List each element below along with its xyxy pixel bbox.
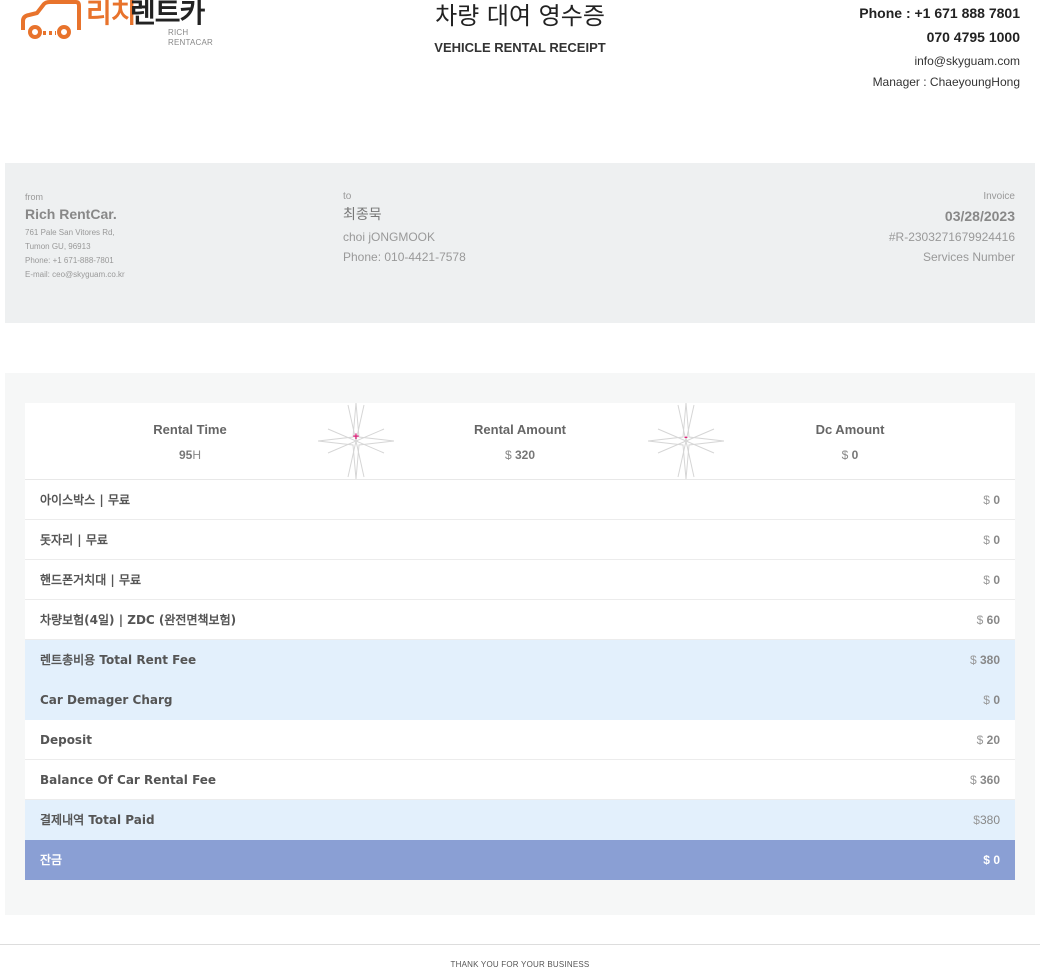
from-name: Rich RentCar. (25, 206, 117, 222)
stat-rental-amount-label: Rental Amount (474, 422, 566, 437)
line-item-amount: $ 0 (983, 532, 1000, 548)
contact-manager: Manager : ChaeyoungHong (872, 75, 1020, 89)
line-item-label: 결제내역 Total Paid (40, 813, 155, 827)
currency-symbol: $ (983, 853, 990, 867)
line-item-label: 핸드폰거치대 | 무료 (40, 573, 142, 587)
stat-rental-time-value: 95 (178, 448, 193, 462)
balance-row: Balance Of Car Rental Fee $ 360 (25, 760, 1015, 800)
from-block: from Rich RentCar. 761 Pale San Vitores … (25, 191, 125, 282)
from-email: E-mail: ceo@skyguam.co.kr (25, 270, 125, 279)
line-item-label: 잔금 (40, 853, 63, 867)
line-item-amount: $ 0 (983, 492, 1000, 508)
stat-dc-amount-currency: $ (841, 448, 849, 462)
line-item: 돗자리 | 무료 $ 0 (25, 520, 1015, 560)
stat-rental-amount: Rental Amount $ 320 (355, 403, 685, 479)
invoice-label: Invoice (983, 191, 1015, 202)
stat-dc-amount-label: Dc Amount (815, 422, 885, 437)
total-paid-row: 결제내역 Total Paid $380 (25, 800, 1015, 840)
line-item-amount: $ 20 (977, 732, 1000, 748)
line-item-amount: $ 0 (983, 572, 1000, 588)
amount-value: 380 (979, 813, 1000, 827)
amount-value: 360 (979, 773, 1000, 787)
billing-info: from Rich RentCar. 761 Pale San Vitores … (5, 163, 1035, 323)
stat-dc-amount: Dc Amount $ 0 (685, 403, 1015, 479)
remaining-balance-row: 잔금 $ 0 (25, 840, 1015, 880)
line-item-amount: $ 60 (977, 612, 1000, 628)
line-item-amount: $ 380 (970, 652, 1000, 668)
from-phone: Phone: +1 671-888-7801 (25, 256, 114, 265)
amount-value: 0 (993, 533, 1000, 547)
currency-symbol: $ (969, 773, 977, 787)
deposit-row: Deposit $ 20 (25, 720, 1015, 760)
line-item-label: Deposit (40, 733, 92, 747)
line-item-amount: $ 360 (970, 772, 1000, 788)
line-item: 아이스박스 | 무료 $ 0 (25, 480, 1015, 520)
amount-value: 0 (993, 493, 1000, 507)
company-contact: Phone : +1 671 888 7801 070 4795 1000 in… (859, 4, 1020, 90)
receipt-card: Rental Time 95H + Rental Amount $ 320 - … (25, 403, 1015, 880)
amount-value: 0 (993, 693, 1000, 707)
damage-charge-row: Car Demager Charg $ 0 (25, 680, 1015, 720)
from-address-1: 761 Pale San Vitores Rd, (25, 228, 115, 237)
currency-symbol: $ (983, 573, 990, 587)
currency-symbol: $ (983, 493, 990, 507)
contact-phone-2: 070 4795 1000 (926, 29, 1020, 45)
line-item-amount: $ 0 (983, 852, 1000, 868)
line-item-amount: $380 (973, 812, 1000, 828)
line-item: 핸드폰거치대 | 무료 $ 0 (25, 560, 1015, 600)
invoice-block: Invoice 03/28/2023 #R-2303271679924416 S… (889, 191, 1015, 265)
line-item-label: 아이스박스 | 무료 (40, 493, 131, 507)
summary-stats: Rental Time 95H + Rental Amount $ 320 - … (25, 403, 1015, 480)
currency-symbol: $ (976, 733, 984, 747)
stat-dc-amount-value-wrap: $ 0 (685, 447, 1015, 463)
stat-dc-amount-value: 0 (851, 448, 859, 462)
amount-value: 20 (986, 733, 1000, 747)
currency-symbol: $ (983, 533, 990, 547)
to-phone: Phone: 010-4421-7578 (343, 250, 466, 264)
line-item-label: 돗자리 | 무료 (40, 533, 108, 547)
stat-rental-amount-value: 320 (515, 448, 536, 462)
to-name-en: choi jONGMOOK (343, 230, 436, 244)
line-item-label: 렌트총비용 Total Rent Fee (40, 653, 197, 667)
invoice-number: #R-2303271679924416 (888, 230, 1015, 244)
receipt-panel: Rental Time 95H + Rental Amount $ 320 - … (5, 373, 1035, 915)
line-item-label: Balance Of Car Rental Fee (40, 773, 217, 787)
stat-rental-amount-value-wrap: $ 320 (355, 447, 685, 463)
line-item-amount: $ 0 (983, 692, 1000, 708)
stat-rental-amount-currency: $ (504, 448, 512, 462)
amount-value: 380 (979, 653, 1000, 667)
line-item-label: 차량보험(4일) | ZDC (완전면책보험) (40, 613, 237, 627)
line-item: 차량보험(4일) | ZDC (완전면책보험) $ 60 (25, 600, 1015, 640)
stat-rental-time-value-wrap: 95H (25, 447, 355, 463)
footer-divider (0, 944, 1040, 945)
stat-rental-time: Rental Time 95H (25, 403, 355, 479)
footer-thanks: THANK YOU FOR YOUR BUSINESS (450, 960, 590, 969)
invoice-date: 03/28/2023 (944, 208, 1015, 224)
from-label: from (25, 192, 43, 202)
currency-symbol: $ (983, 693, 990, 707)
contact-email[interactable]: info@skyguam.com (859, 53, 1020, 69)
services-number-label: Services Number (922, 250, 1015, 264)
currency-symbol: $ (973, 813, 980, 827)
currency-symbol: $ (976, 613, 984, 627)
stat-rental-time-label: Rental Time (153, 422, 227, 437)
amount-value: 60 (986, 613, 1000, 627)
to-label: to (343, 191, 352, 202)
line-item-label: Car Demager Charg (40, 693, 173, 707)
stat-rental-time-unit: H (192, 448, 202, 462)
from-address-2: Tumon GU, 96913 (25, 242, 91, 251)
contact-phone-1: Phone : +1 671 888 7801 (859, 5, 1020, 21)
to-block: to 최종묵 choi jONGMOOK Phone: 010-4421-757… (343, 191, 466, 265)
amount-value: 0 (993, 853, 1000, 867)
amount-value: 0 (993, 573, 1000, 587)
to-name-ko: 최종묵 (343, 207, 382, 223)
currency-symbol: $ (969, 653, 977, 667)
total-rent-fee-row: 렌트총비용 Total Rent Fee $ 380 (25, 640, 1015, 680)
